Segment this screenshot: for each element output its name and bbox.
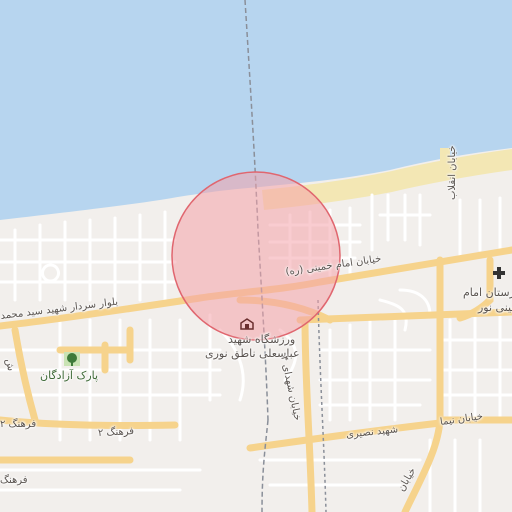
road-label-left-edge: ش [3, 357, 17, 372]
stadium-icon[interactable] [240, 318, 254, 330]
road-label-farhang2-b: فرهنگ ۲ [0, 419, 37, 430]
hospital-label-line1[interactable]: بیمارستان امام [463, 287, 512, 298]
tree-icon[interactable] [64, 352, 80, 366]
map-canvas[interactable] [0, 0, 512, 512]
road-label-farhang2-a: فرهنگ ۲ [97, 426, 135, 439]
map-view[interactable]: ورزشگاه شهید عباسعلی ناطق نوری پارک آزاد… [0, 0, 512, 512]
road-label-enghelab: خیابان انقلاب [447, 145, 458, 200]
hospital-cross-icon[interactable] [492, 266, 506, 280]
hospital-label-line2[interactable]: خمینی نور [478, 302, 512, 313]
highlight-circle [171, 171, 341, 341]
park-label[interactable]: پارک آزادگان [40, 370, 98, 381]
road-label-farhang-c: فرهنگ [0, 475, 28, 486]
poi-label-stadium-line1[interactable]: ورزشگاه شهید [228, 334, 295, 345]
